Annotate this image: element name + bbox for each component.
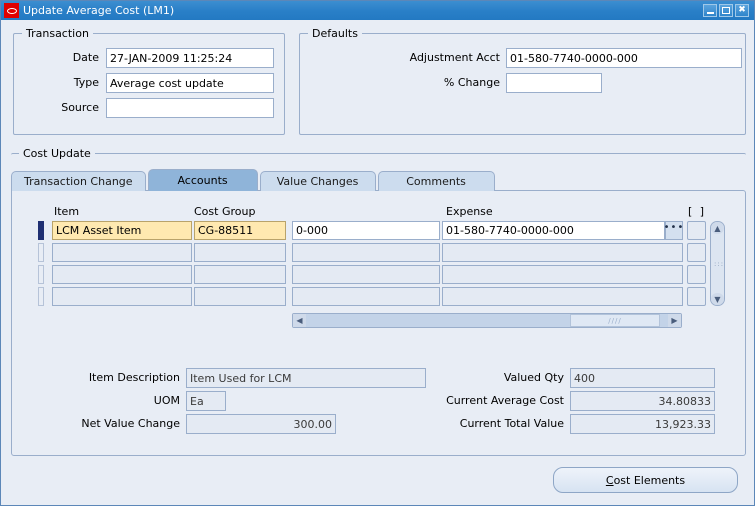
date-field[interactable] [106,48,274,68]
transaction-group: Transaction Date Type Source [13,27,285,135]
type-field[interactable] [106,73,274,93]
expense-lov-button-row-1[interactable]: ••• [664,221,683,240]
cost-group-field-row-1[interactable] [194,221,286,240]
record-indicator-row-4[interactable] [38,287,44,306]
accounts-grid: Item Cost Group Expense [ ] ••• [34,205,725,363]
defaults-group: Defaults Adjustment Acct % Change [299,27,746,135]
valued-qty-field[interactable] [570,368,715,388]
account-field-row-4[interactable] [292,287,440,306]
tab-value-changes[interactable]: Value Changes [259,171,376,191]
accounts-tab-panel: Item Cost Group Expense [ ] ••• [11,190,746,456]
record-indicator-row-2[interactable] [38,243,44,262]
cost-group-field-row-2[interactable] [194,243,286,262]
item-field-row-4[interactable] [52,287,192,306]
record-indicator-row-1[interactable] [38,221,44,240]
adjustment-acct-label: Adjustment Acct [409,51,500,64]
scroll-down-button[interactable]: ▼ [711,293,724,305]
grid-vertical-scrollbar[interactable]: ▲ ::: ▼ [710,221,725,306]
valued-qty-label: Valued Qty [503,371,564,384]
cost-update-legend: Cost Update [19,147,95,160]
cost-elements-accel: C [605,473,614,487]
cost-elements-label: ost Elements [613,473,686,487]
cost-group-field-row-4[interactable] [194,287,286,306]
scroll-right-button[interactable]: ▶ [668,314,681,327]
column-header-flag: [ ] [688,205,707,218]
defaults-legend: Defaults [308,27,362,40]
maximize-button[interactable] [719,4,733,17]
account-field-row-2[interactable] [292,243,440,262]
expense-field-row-1[interactable] [442,221,665,240]
close-button[interactable]: ✖ [735,4,749,17]
column-header-item: Item [54,205,80,218]
current-average-cost-field[interactable] [570,391,715,411]
tab-comments[interactable]: Comments [377,171,495,191]
uom-label: UOM [153,394,180,407]
expense-field-row-3[interactable] [442,265,683,284]
flag-cell-row-3[interactable] [687,265,706,284]
record-indicator-row-3[interactable] [38,265,44,284]
flag-cell-row-4[interactable] [687,287,706,306]
vertical-scroll-thumb[interactable]: ::: [714,260,723,272]
transaction-legend: Transaction [22,27,93,40]
cost-elements-button[interactable]: Cost Elements [553,467,738,493]
current-total-value-field[interactable] [570,414,715,434]
scroll-up-button[interactable]: ▲ [711,222,724,234]
date-label: Date [72,51,99,64]
net-value-change-label: Net Value Change [81,417,180,430]
minimize-button[interactable] [703,4,717,17]
item-field-row-3[interactable] [52,265,192,284]
percent-change-field[interactable] [506,73,602,93]
item-field-row-2[interactable] [52,243,192,262]
current-total-value-label: Current Total Value [459,417,564,430]
tab-transaction-change[interactable]: Transaction Change [11,171,146,191]
tab-accounts[interactable]: Accounts [147,169,258,191]
source-label: Source [61,101,99,114]
horizontal-scroll-thumb[interactable]: //// [570,314,660,327]
application-window: Update Average Cost (LM1) ✖ Transaction … [0,0,755,506]
percent-change-label: % Change [443,76,500,89]
flag-cell-row-2[interactable] [687,243,706,262]
type-label: Type [73,76,99,89]
account-field-row-3[interactable] [292,265,440,284]
grid-horizontal-scrollbar[interactable]: ◀ //// ▶ [292,313,682,328]
item-description-label: Item Description [88,371,180,384]
column-header-cost-group: Cost Group [194,205,256,218]
net-value-change-field[interactable] [186,414,336,434]
uom-field[interactable] [186,391,226,411]
item-field-row-1[interactable] [52,221,192,240]
title-bar: Update Average Cost (LM1) ✖ [1,1,754,20]
cost-group-field-row-3[interactable] [194,265,286,284]
source-field[interactable] [106,98,274,118]
tab-strip: Transaction Change Accounts Value Change… [11,169,497,191]
current-average-cost-label: Current Average Cost [446,394,564,407]
expense-field-row-2[interactable] [442,243,683,262]
account-field-row-1[interactable] [292,221,440,240]
adjustment-acct-field[interactable] [506,48,742,68]
flag-cell-row-1[interactable] [687,221,706,240]
expense-field-row-4[interactable] [442,287,683,306]
window-controls: ✖ [703,4,749,17]
column-header-expense: Expense [446,205,493,218]
oracle-logo-icon [4,3,19,18]
scroll-left-button[interactable]: ◀ [293,314,306,327]
window-title: Update Average Cost (LM1) [23,4,175,17]
